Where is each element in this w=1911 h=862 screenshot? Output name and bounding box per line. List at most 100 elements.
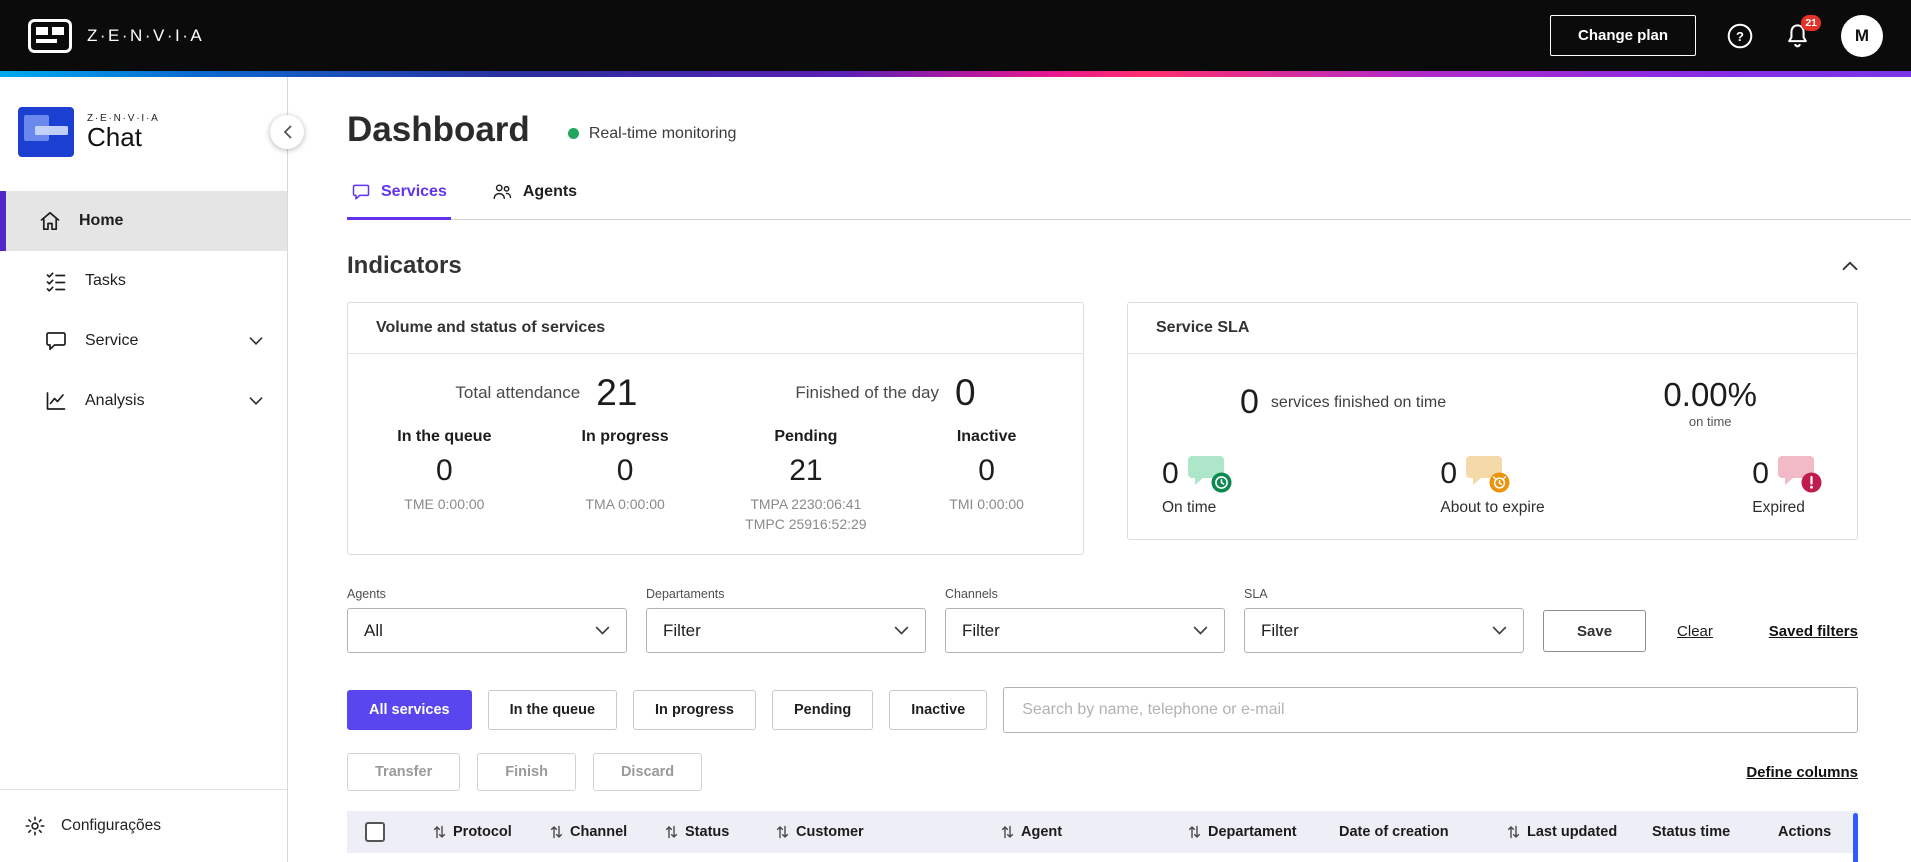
- filter-sla: SLA Filter: [1244, 587, 1524, 653]
- stat-sub: TME 0:00:00: [404, 496, 485, 512]
- column-label: Customer: [796, 824, 864, 840]
- column-last-updated[interactable]: Last updated: [1507, 824, 1652, 840]
- change-plan-button[interactable]: Change plan: [1549, 15, 1696, 56]
- column-date-of-creation[interactable]: Date of creation: [1339, 824, 1507, 840]
- sidebar-item-label: Service: [85, 332, 139, 349]
- column-agent[interactable]: Agent: [1001, 824, 1188, 840]
- table-scrollbar[interactable]: [1853, 813, 1858, 862]
- search-input[interactable]: [1003, 687, 1858, 733]
- sla-finished-on-time: 0 services finished on time: [1240, 383, 1446, 422]
- user-avatar[interactable]: M: [1841, 14, 1883, 57]
- select-value: All: [364, 620, 383, 640]
- save-filters-button[interactable]: Save: [1543, 610, 1647, 652]
- total-attendance-value: 21: [596, 372, 638, 413]
- stat-sub2: TMPC 25916:52:29: [745, 516, 867, 532]
- sla-finished-value: 0: [1240, 383, 1259, 421]
- volume-card-title: Volume and status of services: [348, 303, 1083, 354]
- departaments-select[interactable]: Filter: [646, 608, 926, 653]
- column-protocol[interactable]: Protocol: [433, 824, 550, 840]
- online-dot-icon: [567, 128, 579, 139]
- sla-percent: 0.00% on time: [1663, 376, 1757, 429]
- column-channel[interactable]: Channel: [550, 824, 665, 840]
- discard-button[interactable]: Discard: [592, 753, 703, 791]
- saved-filters-link[interactable]: Saved filters: [1769, 623, 1858, 640]
- tab-all-services[interactable]: All services: [347, 690, 472, 730]
- column-label: Departament: [1208, 824, 1297, 840]
- tab-label: Agents: [522, 183, 578, 200]
- column-departament[interactable]: Departament: [1188, 824, 1339, 840]
- agents-select[interactable]: All: [347, 608, 627, 653]
- sla-select[interactable]: Filter: [1244, 608, 1524, 653]
- finish-button[interactable]: Finish: [477, 753, 576, 791]
- define-columns-link[interactable]: Define columns: [1746, 764, 1858, 781]
- column-status[interactable]: Status: [665, 824, 776, 840]
- chevron-up-icon: [1842, 261, 1858, 271]
- zenvia-brand: Z·E·N·V·I·A: [28, 18, 204, 53]
- sidebar-item-home[interactable]: Home: [0, 191, 287, 251]
- service-sla-card: Service SLA 0 services finished on time …: [1127, 302, 1858, 540]
- filter-label: Agents: [347, 587, 386, 601]
- sidebar-item-settings[interactable]: Configurações: [0, 789, 287, 862]
- chevron-left-icon: [283, 125, 292, 139]
- tab-in-progress[interactable]: In progress: [633, 690, 756, 730]
- chevron-down-icon: [249, 337, 263, 345]
- sidebar-item-tasks[interactable]: Tasks: [0, 251, 287, 311]
- notifications-button[interactable]: 21: [1784, 15, 1821, 49]
- column-label: Status time: [1652, 824, 1731, 840]
- volume-status-card: Volume and status of services Total atte…: [347, 302, 1084, 555]
- sla-item-on-time: 0 On time: [1162, 453, 1233, 517]
- tasks-icon: [44, 269, 68, 293]
- column-status-time[interactable]: Status time: [1652, 824, 1778, 840]
- chat-bubble-icon: [351, 182, 371, 202]
- indicators-collapse-button[interactable]: [1842, 261, 1858, 271]
- home-icon: [38, 209, 62, 233]
- filter-departaments: Departaments Filter: [646, 587, 926, 653]
- help-button[interactable]: ?: [1726, 22, 1754, 50]
- settings-label: Configurações: [61, 817, 161, 834]
- tab-inactive[interactable]: Inactive: [889, 690, 988, 730]
- main-content: Dashboard Real-time monitoring Services …: [288, 77, 1911, 862]
- sidebar-item-service[interactable]: Service: [0, 311, 287, 371]
- tab-pending[interactable]: Pending: [772, 690, 874, 730]
- column-actions: Actions: [1778, 824, 1858, 840]
- stat-label: Inactive: [956, 428, 1017, 445]
- sidebar-nav: Home Tasks Service Analysis: [0, 191, 287, 431]
- chevron-down-icon: [249, 397, 263, 405]
- main-tabs: Services Agents: [347, 182, 1911, 220]
- clear-filters-link[interactable]: Clear: [1677, 623, 1713, 640]
- stat-value: 0: [978, 454, 995, 487]
- stat-value: 21: [789, 454, 823, 487]
- sidebar-item-analysis[interactable]: Analysis: [0, 371, 287, 431]
- tab-in-the-queue[interactable]: In the queue: [487, 690, 618, 730]
- tab-services[interactable]: Services: [347, 182, 451, 220]
- sidebar-collapse-button[interactable]: [270, 115, 304, 149]
- top-bar: Z·E·N·V·I·A Change plan ? 21 M: [0, 0, 1911, 71]
- select-value: Filter: [962, 620, 1000, 640]
- column-label: Channel: [570, 824, 628, 840]
- chevron-down-icon: [894, 626, 909, 635]
- channels-select[interactable]: Filter: [945, 608, 1225, 653]
- sla-percent-label: on time: [1688, 414, 1732, 429]
- stat-label: In progress: [581, 428, 669, 445]
- total-attendance-label: Total attendance: [455, 383, 581, 402]
- chat-logo-product-text: Chat: [87, 121, 142, 152]
- tab-agents[interactable]: Agents: [487, 182, 581, 220]
- sort-icon: [550, 825, 563, 839]
- sidebar-item-label: Tasks: [85, 272, 126, 289]
- sla-item-value: 0: [1752, 457, 1769, 490]
- column-customer[interactable]: Customer: [776, 824, 1001, 840]
- column-label: Agent: [1021, 824, 1063, 840]
- column-label: Date of creation: [1339, 824, 1449, 840]
- agents-icon: [491, 182, 513, 202]
- sort-icon: [1001, 825, 1014, 839]
- chat-logo-icon: [18, 107, 74, 157]
- transfer-button[interactable]: Transfer: [347, 753, 461, 791]
- sla-item-expired: 0 Expired: [1752, 453, 1823, 517]
- sort-icon: [1188, 825, 1201, 839]
- select-all-checkbox[interactable]: [365, 822, 385, 842]
- sort-icon: [665, 825, 678, 839]
- chat-product-logo: Z·E·N·V·I·A Chat: [18, 107, 287, 157]
- column-label: Last updated: [1527, 824, 1618, 840]
- stat-pending: Pending 21 TMPA 2230:06:41 TMPC 25916:52…: [716, 428, 897, 532]
- sort-icon: [1507, 825, 1520, 839]
